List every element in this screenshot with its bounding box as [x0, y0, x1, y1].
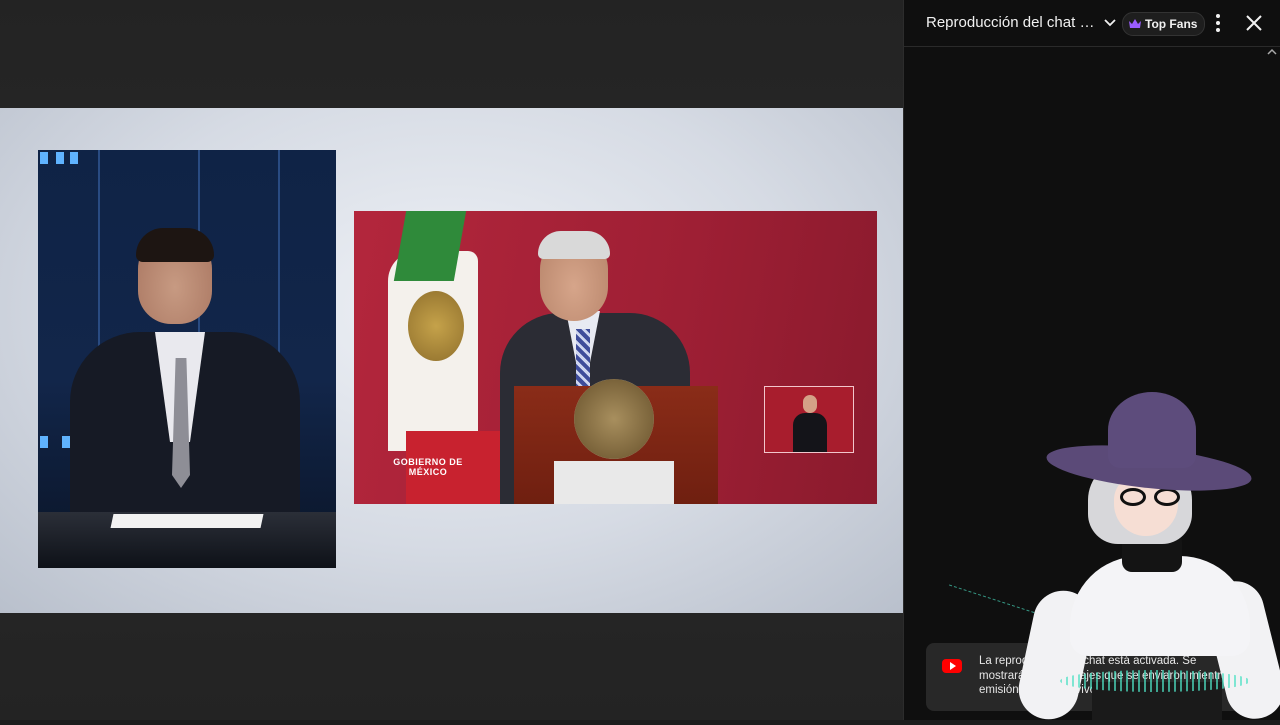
- interpreter-head: [803, 395, 817, 413]
- studio-light: [70, 152, 78, 164]
- studio-light: [40, 436, 48, 448]
- top-fans-badge[interactable]: Top Fans: [1122, 12, 1206, 36]
- close-icon[interactable]: [1243, 12, 1265, 34]
- video-player[interactable]: GOBIERNO DE MÉXICO: [0, 0, 903, 720]
- desk-papers: [110, 514, 264, 528]
- sign-language-interpreter-inset: [764, 386, 854, 453]
- flag-eagle-seal: [408, 291, 464, 361]
- top-fans-label: Top Fans: [1145, 17, 1198, 31]
- studio-light: [40, 152, 48, 164]
- avatar-glasses: [1120, 488, 1190, 506]
- chevron-down-icon[interactable]: [1102, 14, 1118, 30]
- studio-light: [62, 436, 70, 448]
- press-conference-feed: GOBIERNO DE MÉXICO: [354, 211, 877, 504]
- chat-mode-title[interactable]: Reproducción del chat d...: [926, 14, 1100, 31]
- more-vert-icon[interactable]: [1208, 12, 1228, 34]
- avatar-glow-effect: [1060, 670, 1250, 692]
- podium-seal: [574, 379, 654, 459]
- chat-header: Reproducción del chat d... Top Fans: [904, 0, 1280, 47]
- mexico-flag: GOBIERNO DE MÉXICO: [370, 211, 506, 504]
- vtuber-avatar-overlay: [936, 390, 1280, 725]
- youtube-icon: [942, 659, 962, 673]
- speaker-tie: [576, 329, 590, 389]
- speaker-hair: [538, 231, 610, 259]
- news-anchor-hair: [136, 228, 214, 262]
- flag-green-stripe: [393, 211, 467, 281]
- avatar-hat-crown: [1108, 392, 1196, 468]
- scroll-up-icon[interactable]: [1267, 48, 1277, 56]
- crown-icon: [1129, 19, 1141, 28]
- interpreter-body: [793, 413, 827, 452]
- podium-base: [554, 461, 674, 504]
- government-caption: GOBIERNO DE MÉXICO: [393, 457, 463, 477]
- studio-light: [56, 152, 64, 164]
